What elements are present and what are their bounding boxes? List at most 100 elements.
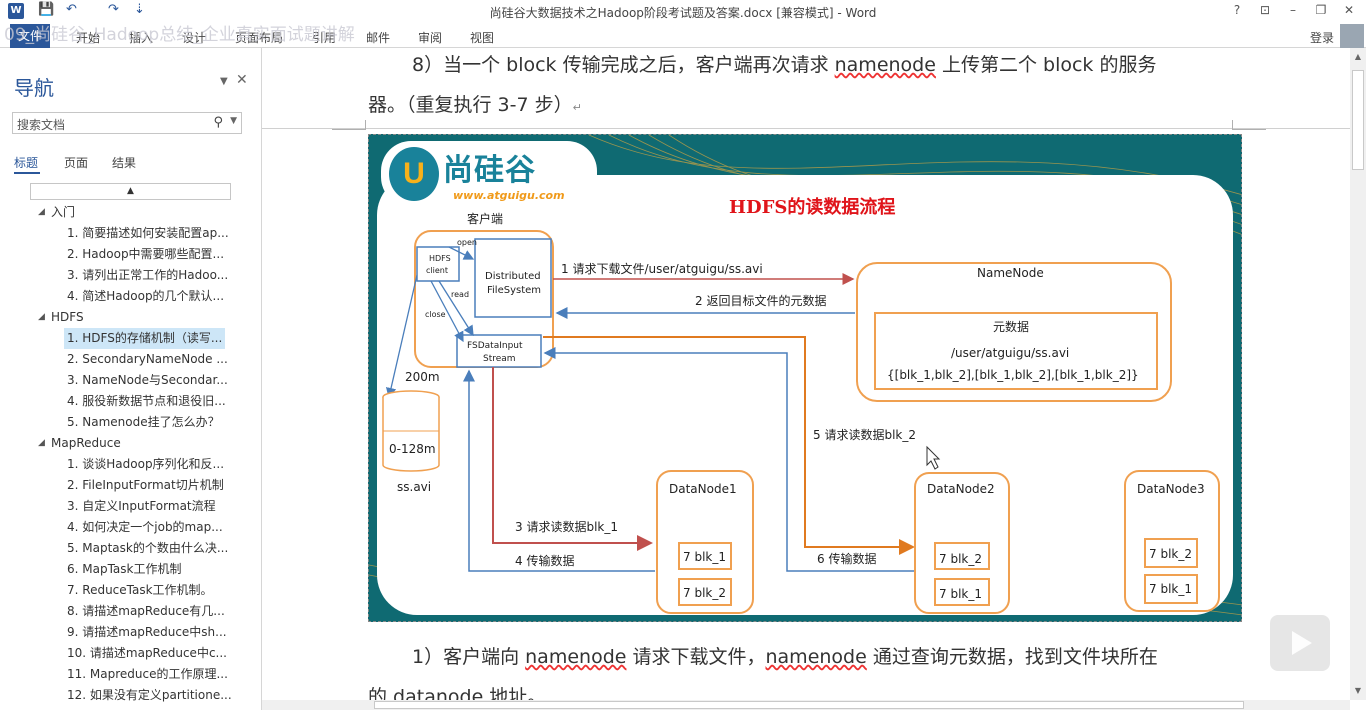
tree-item-label: MapReduce — [51, 436, 121, 450]
tree-item[interactable]: 1. 谈谈Hadoop序列化和反... — [0, 454, 262, 475]
tree-group-heading[interactable]: ◢ 入门 — [0, 202, 262, 223]
doc-text-underlined: namenode — [765, 646, 867, 668]
tab-review[interactable]: 审阅 — [418, 29, 442, 46]
tree-group-heading[interactable]: ◢ MapReduce — [0, 433, 262, 454]
hdfs-client-label-2: client — [426, 266, 448, 275]
tree-item-label: 4. 如何决定一个job的map... — [67, 520, 223, 534]
metadata-blocks: {[blk_1,blk_2],[blk_1,blk_2],[blk_1,blk_… — [887, 368, 1139, 382]
doc-text: 8）当一个 block 传输完成之后，客户端再次请求 — [412, 54, 835, 76]
dn3-block-2-label: 7 blk_1 — [1149, 582, 1192, 596]
dn1-block-1-label: 7 blk_1 — [683, 550, 726, 564]
datanode1-label: DataNode1 — [669, 482, 737, 496]
video-play-button[interactable] — [1270, 615, 1330, 671]
avatar[interactable] — [1340, 24, 1364, 48]
ribbon-display-icon[interactable]: ⊡ — [1254, 3, 1276, 17]
open-label: open — [457, 238, 477, 247]
margin-corner-mark — [1232, 120, 1266, 130]
nav-close-icon[interactable]: ✕ — [236, 72, 248, 88]
search-input[interactable]: 搜索文档 ⚲ ▼ — [12, 112, 242, 134]
tree-group-heading[interactable]: ◢ HDFS — [0, 307, 262, 328]
tree-item[interactable]: 3. 请列出正常工作的Hadoo... — [0, 265, 262, 286]
tree-item[interactable]: 2. SecondaryNameNode ... — [0, 349, 262, 370]
file-label: ss.avi — [397, 480, 431, 494]
tree-item-label: 9. 请描述mapReduce中sh... — [67, 625, 227, 639]
vertical-scrollbar[interactable]: ▲ ▼ — [1350, 48, 1366, 700]
tree-item[interactable]: 4. 简述Hadoop的几个默认... — [0, 286, 262, 307]
tab-results[interactable]: 结果 — [112, 154, 136, 171]
tree-item[interactable]: 11. Mapreduce的工作原理... — [0, 664, 262, 685]
step2-label: 2 返回目标文件的元数据 — [695, 293, 826, 308]
tab-headings[interactable]: 标题 — [14, 154, 38, 171]
tree-item[interactable]: 3. NameNode与Secondar... — [0, 370, 262, 391]
scroll-down-arrow-icon[interactable]: ▼ — [1350, 686, 1366, 695]
fsin-label-2: Stream — [483, 354, 516, 364]
tree-item-label: 3. 自定义InputFormat流程 — [67, 499, 216, 513]
search-icon[interactable]: ⚲ — [213, 115, 223, 130]
window-title: 尚硅谷大数据技术之Hadoop阶段考试题及答案.docx [兼容模式] - Wo… — [489, 6, 877, 20]
client-label: 客户端 — [467, 211, 503, 226]
collapse-arrow-icon[interactable]: ◢ — [38, 202, 45, 223]
search-dropdown-icon[interactable]: ▼ — [230, 116, 237, 126]
datanode3-label: DataNode3 — [1137, 482, 1205, 496]
tree-item[interactable]: 5. Namenode挂了怎么办？ — [0, 412, 262, 433]
tab-view[interactable]: 视图 — [470, 29, 494, 46]
collapse-arrow-icon[interactable]: ◢ — [38, 307, 45, 328]
metadata-label: 元数据 — [993, 319, 1029, 334]
minimize-button[interactable]: – — [1282, 3, 1304, 17]
tree-item[interactable]: 9. 请描述mapReduce中sh... — [0, 622, 262, 643]
doc-paragraph-step8: 8）当一个 block 传输完成之后，客户端再次请求 namenode 上传第二… — [412, 50, 1156, 77]
hdfs-client-box — [416, 246, 460, 282]
tree-item[interactable]: 7. ReduceTask工作机制。 — [0, 580, 262, 601]
tree-item-label: 3. NameNode与Secondar... — [67, 373, 228, 387]
mouse-cursor-icon — [926, 445, 941, 470]
tree-item-label: 5. Namenode挂了怎么办？ — [67, 415, 220, 429]
tree-item[interactable]: 2. FileInputFormat切片机制 — [0, 475, 262, 496]
page-break-line — [262, 128, 1350, 129]
collapse-arrow-icon[interactable]: ◢ — [38, 433, 45, 454]
tree-item-label: 1. 谈谈Hadoop序列化和反... — [67, 457, 225, 471]
login-link[interactable]: 登录 — [1310, 29, 1334, 46]
tree-item-label: 11. Mapreduce的工作原理... — [67, 667, 228, 681]
tree-item[interactable]: 6. MapTask工作机制 — [0, 559, 262, 580]
nav-options-icon[interactable]: ▼ — [220, 76, 228, 87]
horizontal-scrollbar[interactable] — [262, 700, 1350, 710]
doc-text: 通过查询元数据，找到文件块所在 — [866, 646, 1158, 668]
tree-item-label: 6. MapTask工作机制 — [67, 562, 182, 576]
hdfs-read-flow-image[interactable]: U 尚硅谷 www.atguigu.com HDFS的读数据流程 客户端 HDF… — [368, 134, 1242, 622]
doc-text: 请求下载文件， — [626, 646, 766, 668]
tree-item[interactable]: 4. 如何决定一个job的map... — [0, 517, 262, 538]
dn2-block-1-label: 7 blk_2 — [939, 552, 982, 566]
size-200m-label: 200m — [405, 370, 440, 384]
tree-item[interactable]: 10. 请描述mapReduce中c... — [0, 643, 262, 664]
tree-item-label: 1. HDFS的存储机制（读写... — [64, 328, 226, 349]
tree-item[interactable]: 1. HDFS的存储机制（读写... — [0, 328, 262, 349]
vertical-scroll-thumb[interactable] — [1352, 70, 1364, 170]
tab-pages[interactable]: 页面 — [64, 154, 88, 171]
tree-item[interactable]: 5. Maptask的个数由什么决... — [0, 538, 262, 559]
help-icon[interactable]: ? — [1226, 3, 1248, 17]
read-flow-diagram: 客户端 HDFS client Distributed FileSystem F… — [382, 211, 1220, 614]
video-overlay-title: 09_尚硅谷_Hadoop总结_企业真实面试题讲解 — [4, 25, 355, 45]
dn1-block-2-label: 7 blk_2 — [683, 586, 726, 600]
tree-item[interactable]: 1. 简要描述如何安装配置ap... — [0, 223, 262, 244]
tree-item[interactable]: 4. 服役新数据节点和退役旧... — [0, 391, 262, 412]
tree-item[interactable]: 8. 请描述mapReduce有几... — [0, 601, 262, 622]
tree-item[interactable]: 12. 如果没有定义partitione... — [0, 685, 262, 706]
tab-mailings[interactable]: 邮件 — [366, 29, 390, 46]
scroll-up-arrow-icon[interactable]: ▲ — [1350, 52, 1366, 61]
maximize-button[interactable]: ❐ — [1310, 3, 1332, 17]
doc-text-underlined: namenode — [525, 646, 627, 668]
tree-item-label: 3. 请列出正常工作的Hadoo... — [67, 268, 229, 282]
fsin-label-1: FSDataInput — [467, 341, 523, 351]
paragraph-mark: ↵ — [572, 101, 582, 114]
tree-item[interactable]: 3. 自定义InputFormat流程 — [0, 496, 262, 517]
search-placeholder: 搜索文档 — [17, 118, 66, 132]
tree-item-label: HDFS — [51, 310, 84, 324]
nav-scroll-up-button[interactable]: ▲ — [30, 183, 231, 200]
horizontal-scroll-thumb[interactable] — [374, 701, 1244, 709]
close-label: close — [425, 310, 446, 319]
close-button[interactable]: ✕ — [1338, 3, 1360, 17]
dfs-label-2: FileSystem — [487, 285, 541, 296]
read-label: read — [451, 290, 469, 299]
tree-item[interactable]: 2. Hadoop中需要哪些配置... — [0, 244, 262, 265]
